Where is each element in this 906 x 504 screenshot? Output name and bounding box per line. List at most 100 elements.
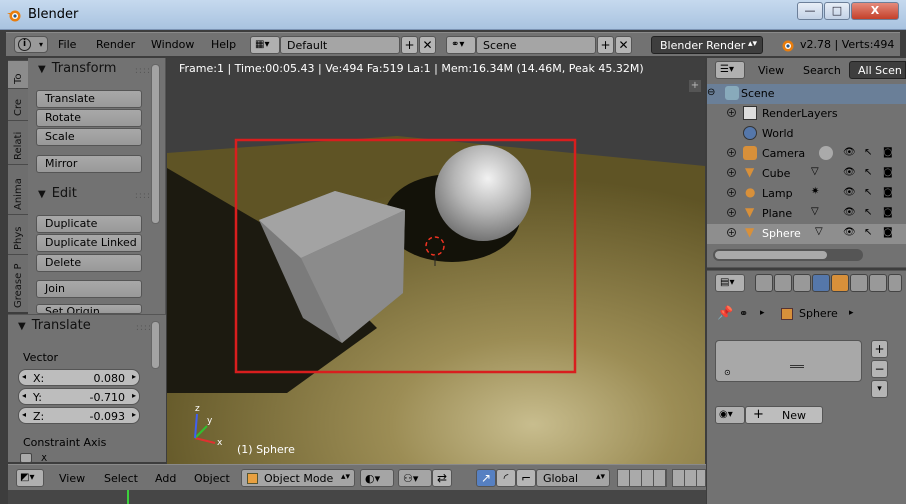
- visibility-eye-icon[interactable]: 👁: [843, 187, 856, 198]
- outliner-row-lamp[interactable]: + ● Lamp ✷ 👁 ↖ ◙: [707, 184, 906, 204]
- duplicate-linked-button[interactable]: Duplicate Linked: [36, 234, 142, 252]
- collapse-icon[interactable]: ⊖: [707, 87, 715, 98]
- transform-orientation-dropdown[interactable]: Global ▴▾: [536, 469, 610, 487]
- expand-icon[interactable]: +: [727, 208, 736, 217]
- scene-tab-icon[interactable]: [793, 274, 811, 292]
- drag-handle-icon[interactable]: ::::: [135, 191, 151, 201]
- render-camera-icon[interactable]: ◙: [883, 227, 893, 238]
- scene-icon-button[interactable]: ⚭▾: [446, 36, 476, 54]
- world-tab-icon[interactable]: [812, 274, 830, 292]
- current-frame-marker[interactable]: [127, 490, 129, 504]
- expand-icon[interactable]: +: [727, 108, 736, 117]
- translate-button[interactable]: Translate: [36, 90, 142, 108]
- constraint-x-checkbox[interactable]: [20, 453, 32, 463]
- menu-render[interactable]: Render: [96, 38, 135, 51]
- remove-material-slot-button[interactable]: −: [871, 360, 888, 378]
- timeline-strip[interactable]: [8, 490, 706, 504]
- viewport-shading-dropdown[interactable]: ◐▾: [360, 469, 394, 487]
- tab-grease-pencil[interactable]: Grease P: [8, 254, 28, 312]
- vector-z-field[interactable]: ◂ Z: -0.093 ▸: [18, 407, 140, 424]
- menu-select[interactable]: Select: [104, 472, 138, 485]
- outliner-menu-view[interactable]: View: [758, 64, 784, 77]
- constraints-tab-icon[interactable]: [850, 274, 868, 292]
- mesh-data-icon[interactable]: ▽: [815, 226, 823, 237]
- selectable-cursor-icon[interactable]: ↖: [864, 227, 872, 238]
- menu-help[interactable]: Help: [211, 38, 236, 51]
- arrow-right-icon[interactable]: ▸: [132, 391, 136, 400]
- set-origin-button[interactable]: Set Origin: [36, 304, 142, 314]
- properties-editor-type-button[interactable]: ▤▾: [715, 274, 745, 292]
- close-button[interactable]: X: [851, 2, 899, 20]
- expand-icon[interactable]: +: [727, 148, 736, 157]
- outliner-row-scene[interactable]: ⊖ Scene: [707, 84, 906, 104]
- new-material-button[interactable]: + New: [745, 406, 823, 424]
- mesh-data-icon[interactable]: ▽: [811, 166, 819, 177]
- pivot-point-dropdown[interactable]: ⚇▾: [398, 469, 432, 487]
- render-engine-dropdown[interactable]: Blender Render ▴▾: [651, 36, 763, 54]
- render-camera-icon[interactable]: ◙: [883, 147, 893, 158]
- screen-layout-field[interactable]: Default: [280, 36, 400, 54]
- object-tab-icon[interactable]: [831, 274, 849, 292]
- scale-manipulator-button[interactable]: ⌐: [516, 469, 536, 487]
- outliner-row-cube[interactable]: + ▼ Cube ▽ 👁 ↖ ◙: [707, 164, 906, 184]
- menu-file[interactable]: File: [58, 38, 76, 51]
- expand-icon[interactable]: +: [727, 168, 736, 177]
- render-camera-icon[interactable]: ◙: [883, 207, 893, 218]
- modifiers-tab-icon[interactable]: [869, 274, 887, 292]
- edit-panel-header[interactable]: ▼ Edit: [38, 186, 77, 201]
- selectable-cursor-icon[interactable]: ↖: [864, 207, 872, 218]
- expand-icon[interactable]: +: [727, 188, 736, 197]
- selectable-cursor-icon[interactable]: ↖: [864, 167, 872, 178]
- arrow-right-icon[interactable]: ▸: [132, 410, 136, 419]
- expand-icon[interactable]: +: [727, 228, 736, 237]
- manipulator-toggle[interactable]: ⇄: [432, 469, 452, 487]
- tool-shelf-scrollbar[interactable]: [151, 64, 160, 224]
- editor-type-button[interactable]: ◩▾: [16, 469, 44, 487]
- rotate-manipulator-button[interactable]: ◜: [496, 469, 516, 487]
- vector-y-field[interactable]: ◂ Y: -0.710 ▸: [18, 388, 140, 405]
- mode-dropdown[interactable]: Object Mode ▴▾: [241, 469, 355, 487]
- delete-button[interactable]: Delete: [36, 254, 142, 272]
- remove-screen-button[interactable]: ✕: [419, 36, 436, 54]
- drag-handle-icon[interactable]: ::::: [135, 66, 151, 76]
- data-tab-icon[interactable]: [888, 274, 902, 292]
- remove-scene-button[interactable]: ✕: [615, 36, 632, 54]
- scrollbar-thumb[interactable]: [715, 251, 827, 259]
- outliner-editor-type-button[interactable]: ☰▾: [715, 61, 745, 79]
- visibility-eye-icon[interactable]: 👁: [843, 167, 856, 178]
- selectable-cursor-icon[interactable]: ↖: [864, 147, 872, 158]
- arrow-left-icon[interactable]: ◂: [22, 410, 26, 419]
- add-scene-button[interactable]: +: [597, 36, 614, 54]
- transform-panel-header[interactable]: ▼ Transform: [38, 61, 116, 76]
- arrow-left-icon[interactable]: ◂: [22, 372, 26, 381]
- pin-icon[interactable]: 📌: [717, 306, 733, 321]
- minimize-button[interactable]: —: [797, 2, 823, 20]
- material-slot-list[interactable]: ⊙: [715, 340, 862, 382]
- layer-buttons[interactable]: [617, 469, 667, 487]
- visibility-eye-icon[interactable]: 👁: [843, 147, 856, 158]
- material-specials-button[interactable]: ▾: [871, 380, 888, 398]
- menu-add[interactable]: Add: [155, 472, 176, 485]
- join-button[interactable]: Join: [36, 280, 142, 298]
- menu-window[interactable]: Window: [151, 38, 194, 51]
- list-resize-handle-icon[interactable]: [790, 365, 804, 368]
- translate-operator-header[interactable]: ▼ Translate: [18, 318, 91, 333]
- camera-data-icon[interactable]: [819, 146, 833, 160]
- mirror-button[interactable]: Mirror: [36, 155, 142, 173]
- outliner-row-renderlayers[interactable]: + RenderLayers: [707, 104, 906, 124]
- render-layers-tab-icon[interactable]: [774, 274, 792, 292]
- add-screen-button[interactable]: +: [401, 36, 418, 54]
- visibility-eye-icon[interactable]: 👁: [843, 227, 856, 238]
- render-camera-icon[interactable]: ◙: [883, 187, 893, 198]
- scene-field[interactable]: Scene: [476, 36, 596, 54]
- screen-layout-icon-button[interactable]: ▦▾: [250, 36, 280, 54]
- outliner-menu-search[interactable]: Search: [803, 64, 841, 77]
- render-tab-icon[interactable]: [755, 274, 773, 292]
- selectable-cursor-icon[interactable]: ↖: [864, 187, 872, 198]
- outliner-filter-dropdown[interactable]: All Scen: [849, 61, 906, 79]
- outliner-row-plane[interactable]: + ▼ Plane ▽ 👁 ↖ ◙: [707, 204, 906, 224]
- arrow-left-icon[interactable]: ◂: [22, 391, 26, 400]
- duplicate-button[interactable]: Duplicate: [36, 215, 142, 233]
- menu-view[interactable]: View: [59, 472, 85, 485]
- menu-object[interactable]: Object: [194, 472, 230, 485]
